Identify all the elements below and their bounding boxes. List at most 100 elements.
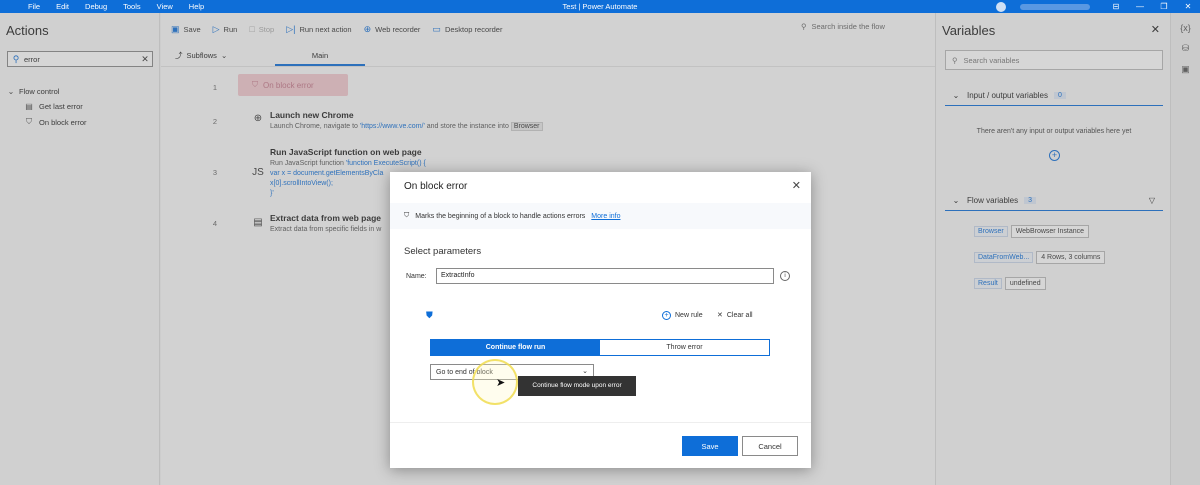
minimize-button[interactable]: — — [1128, 2, 1152, 11]
desc-text: Run JavaScript function — [270, 160, 346, 167]
variables-search-input[interactable]: ⚲ Search variables — [945, 50, 1163, 70]
stop-button[interactable]: □ Stop — [249, 24, 274, 34]
shield-icon: ⛊ — [426, 310, 433, 320]
step-description-line: }' — [270, 189, 274, 198]
step-number: 3 — [212, 168, 217, 177]
save-icon: ▣ — [171, 23, 180, 34]
new-rule-button[interactable]: + New rule — [662, 311, 703, 320]
name-field[interactable]: ExtractInfo — [436, 268, 774, 284]
table-icon: ▤ — [253, 217, 263, 228]
close-icon[interactable]: ✕ — [792, 179, 801, 192]
step-description: Extract data from specific fields in w — [270, 226, 382, 233]
io-variables-section[interactable]: ⌄ Input / output variables 0 — [945, 86, 1163, 106]
step-number: 1 — [212, 83, 217, 92]
shield-icon: ⛉ — [26, 117, 32, 126]
restore-layout-button[interactable]: ⊟ — [1104, 2, 1128, 11]
mouse-cursor-icon: ➤ — [496, 377, 506, 389]
actions-pane: Actions ⚲ error ✕ ⌄ Flow control ▤ Get l… — [0, 13, 160, 485]
variables-title: Variables — [942, 23, 996, 38]
step-number: 4 — [212, 219, 217, 228]
action-label: Get last error — [39, 102, 83, 111]
throw-error-option[interactable]: Throw error — [600, 340, 769, 355]
flow-search-placeholder: Search inside the flow — [811, 22, 885, 31]
on-block-error-dialog: On block error ✕ ⛉ Marks the beginning o… — [390, 172, 811, 468]
step-title: Launch new Chrome — [270, 110, 354, 120]
more-info-link[interactable]: More info — [591, 213, 620, 220]
save-button[interactable]: ▣ Save — [171, 24, 201, 35]
clear-search-icon[interactable]: ✕ — [138, 54, 152, 65]
tab-main[interactable]: Main — [275, 51, 365, 66]
menu-debug[interactable]: Debug — [77, 2, 115, 11]
menu-file[interactable]: File — [20, 2, 48, 11]
actions-title: Actions — [6, 23, 49, 38]
web-recorder-button[interactable]: ⊕ Web recorder — [364, 24, 421, 35]
menu-edit[interactable]: Edit — [48, 2, 77, 11]
save-button[interactable]: Save — [682, 436, 738, 456]
variable-value: undefined — [1004, 277, 1046, 290]
variable-name: Result — [974, 278, 1002, 289]
chevron-down-icon: ⌄ — [952, 196, 960, 205]
chevron-down-icon: ⌄ — [582, 368, 588, 375]
play-icon: ▷ — [212, 23, 220, 34]
continue-flow-run-option[interactable]: Continue flow run — [431, 340, 600, 355]
shield-icon: ⛉ — [404, 212, 410, 219]
account-icon[interactable] — [996, 1, 1006, 12]
menu-help[interactable]: Help — [181, 2, 212, 11]
plus-circle-icon: + — [662, 311, 671, 320]
run-next-action-button[interactable]: ▷| Run next action — [286, 24, 351, 35]
stop-label: Stop — [258, 24, 275, 34]
menu-view[interactable]: View — [149, 2, 181, 11]
menu-bar: File Edit Debug Tools View Help — [0, 2, 212, 11]
desc-code: var x = document.getElementsByCla — [270, 170, 384, 177]
divider — [390, 422, 811, 423]
select-parameters-heading: Select parameters — [404, 246, 482, 257]
variable-value: 4 Rows, 3 columns — [1036, 251, 1106, 264]
tree-group-flow-control[interactable]: ⌄ Flow control — [7, 87, 87, 96]
desc-variable: Browser — [510, 122, 543, 131]
actions-search-value[interactable]: error — [24, 55, 138, 64]
variable-name: DataFromWeb... — [974, 252, 1034, 263]
action-on-block-error[interactable]: ⛉ On block error — [25, 117, 87, 127]
filter-icon[interactable]: ▽ — [1149, 196, 1155, 205]
count-badge: 3 — [1024, 197, 1037, 204]
desktop-recorder-button[interactable]: ▭ Desktop recorder — [432, 24, 502, 35]
clear-all-button[interactable]: ✕ Clear all — [717, 311, 753, 320]
images-icon[interactable]: ⛁ — [1171, 43, 1200, 54]
globe-icon: ⊕ — [363, 23, 372, 34]
menu-tools[interactable]: Tools — [115, 2, 149, 11]
run-button[interactable]: ▷ Run — [213, 24, 238, 35]
title-bar: File Edit Debug Tools View Help Test | P… — [0, 0, 1200, 13]
close-window-button[interactable]: ✕ — [1176, 2, 1200, 11]
maximize-button[interactable]: ❐ — [1152, 2, 1176, 11]
step-description: Run JavaScript function 'function Execut… — [270, 159, 426, 168]
variable-row[interactable]: DataFromWeb... 4 Rows, 3 columns — [974, 251, 1106, 264]
flow-search-input[interactable]: ⚲ Search inside the flow — [801, 22, 921, 31]
variables-icon[interactable]: {x} — [1171, 23, 1200, 33]
cancel-button[interactable]: Cancel — [742, 436, 798, 456]
add-variable-icon[interactable]: + — [1049, 150, 1060, 161]
step-on-block-error[interactable]: ⛉ On block error — [238, 74, 348, 96]
cursor-highlight — [472, 359, 518, 405]
web-recorder-label: Web recorder — [375, 24, 421, 34]
step-description: Launch Chrome, navigate to 'https://www.… — [270, 122, 543, 131]
action-get-last-error[interactable]: ▤ Get last error — [25, 102, 87, 111]
step-title: On block error — [263, 80, 314, 90]
ui-elements-icon[interactable]: ▣ — [1171, 64, 1200, 75]
variable-row[interactable]: Browser WebBrowser Instance — [974, 225, 1090, 238]
shield-icon: ⛉ — [252, 80, 258, 89]
step-title: Run JavaScript function on web page — [270, 147, 422, 157]
desc-code: }' — [270, 190, 274, 197]
subflows-dropdown[interactable]: ⤴ Subflows ⌄ — [175, 50, 245, 61]
subflow-tabs: ⤴ Subflows ⌄ Main — [161, 45, 935, 67]
search-icon: ⚲ — [801, 22, 807, 31]
name-label: Name: — [406, 273, 427, 280]
info-icon[interactable]: i — [780, 271, 790, 281]
actions-search-input[interactable]: ⚲ error ✕ — [7, 51, 153, 67]
chevron-down-icon: ⌄ — [220, 51, 228, 60]
desc-text: and store the instance into — [424, 123, 511, 130]
flow-variables-section[interactable]: ⌄ Flow variables 3 ▽ — [945, 191, 1163, 211]
io-empty-message: There aren't any input or output variabl… — [976, 128, 1132, 135]
close-icon[interactable]: ✕ — [1151, 23, 1160, 36]
x-icon: ✕ — [717, 312, 723, 319]
variable-row[interactable]: Result undefined — [974, 277, 1046, 290]
